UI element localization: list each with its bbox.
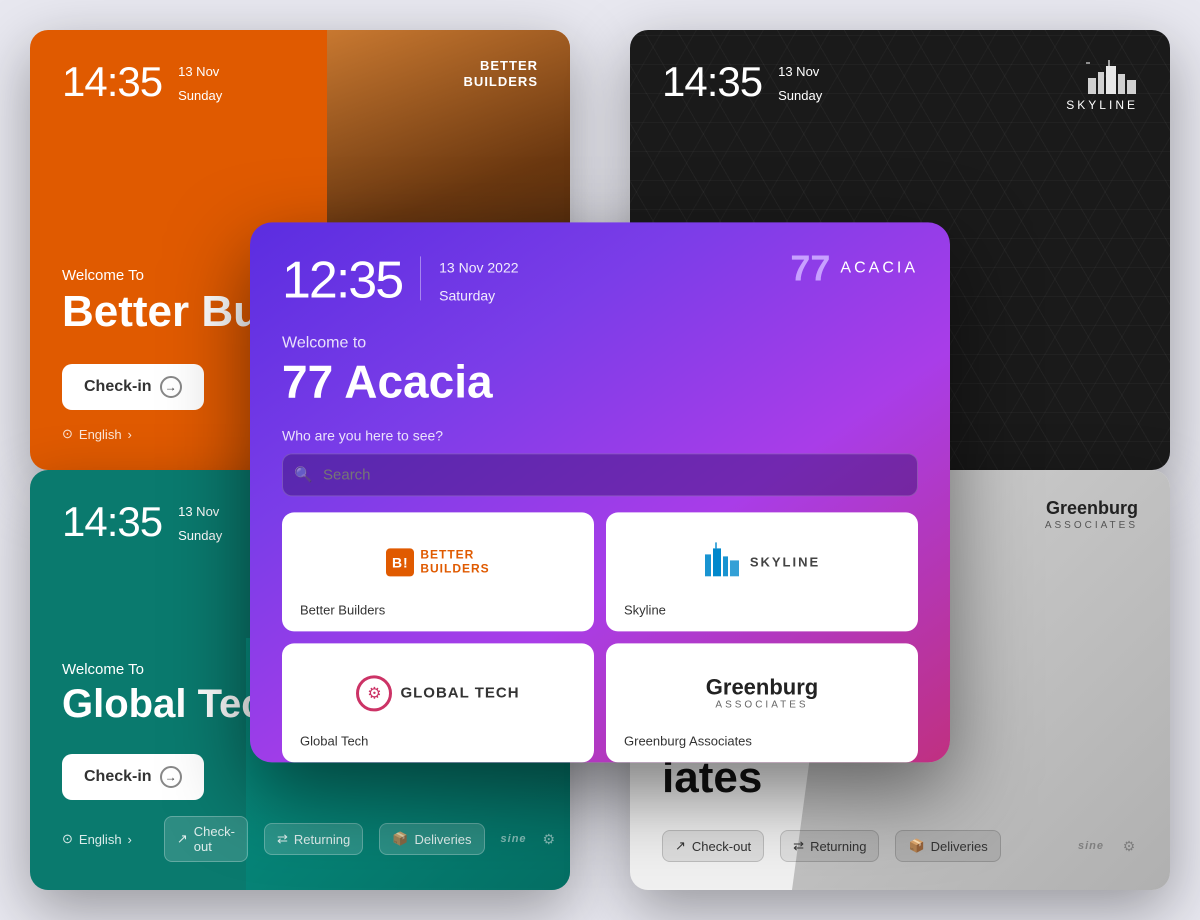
skyline-date: 13 Nov Sunday [778,58,822,105]
company-card-bb[interactable]: B! BETTER BUILDERS Better Builders [282,512,594,631]
tablet-search-section: Who are you here to see? 🔍 [250,407,950,512]
bb-language-button[interactable]: ⊙ English › [62,426,132,442]
globaltech-logo: GLOBAL TECH [356,675,519,711]
greenburg-logo: Greenburg ASSOCIATES [1045,498,1138,532]
acacia-logo: 77 ACACIA [790,250,918,286]
global-tech-gear-icon[interactable]: ⚙ [543,830,556,848]
skyline-logo-text: SKYLINE [1066,98,1138,112]
company-card-skyline[interactable]: SKYLINE Skyline [606,512,918,631]
chevron-icon: › [128,427,132,442]
skyline-date-line1: 13 Nov [778,62,822,82]
globaltech-text: GLOBAL TECH [400,684,519,701]
search-icon: 🔍 [294,465,313,483]
search-label: Who are you here to see? [282,427,918,443]
global-tech-checkin-button[interactable]: Check-in → [62,754,204,800]
search-input-wrap: 🔍 [282,453,918,496]
tablet-time-block: 12:35 13 Nov 2022 Saturday [282,250,519,310]
global-tech-checkin-arrow: → [160,766,182,788]
checkout-icon: ↗ [675,838,686,854]
deliveries-icon: 📦 [908,838,924,854]
bb-company-icon: B! [386,548,414,576]
global-tech-date-line2: Sunday [178,526,222,546]
bb-date: 13 Nov Sunday [178,58,222,105]
bb-date-line1: 13 Nov [178,62,222,82]
returning-icon: ⇄ [793,838,804,854]
company-grid: B! BETTER BUILDERS Better Builders [250,512,950,762]
globaltech-company-name: Global Tech [300,733,576,748]
greenburg-logo-area: Greenburg ASSOCIATES [1045,498,1138,532]
company-card-globaltech[interactable]: GLOBAL TECH Global Tech [282,643,594,762]
acacia-logo-mark: 77 [790,250,830,286]
tablet-date-line1: 13 Nov 2022 [439,256,518,278]
greenburg-company-name: Greenburg Associates [624,733,900,748]
skyline-company-logo: SKYLINE [704,540,820,583]
greenburg-bottom-row: ↗ Check-out ⇄ Returning 📦 Deliveries sin… [662,830,1138,862]
global-tech-returning-button[interactable]: ⇄ Returning [264,823,363,855]
bb-date-line2: Sunday [178,86,222,106]
global-tech-sine-logo: sine [501,833,527,845]
greenburg-deliveries-button[interactable]: 📦 Deliveries [895,830,1000,862]
skyline-date-line2: Sunday [778,86,822,106]
tablet-card: 12:35 13 Nov 2022 Saturday 77 ACACIA Wel… [250,222,950,762]
tablet-date-line2: Saturday [439,285,518,307]
globe-icon: ⊙ [62,831,73,847]
chevron-icon: › [128,832,132,847]
skyline-logo: SKYLINE [1066,58,1138,112]
search-input[interactable] [282,453,918,496]
tablet-time: 12:35 [282,250,402,310]
tablet-welcome-title: 77 Acacia [282,356,918,407]
skyline-building-icon [704,540,740,583]
acacia-logo-text: ACACIA [840,259,918,277]
greenburg-logo-area-grid: Greenburg ASSOCIATES [624,663,900,723]
tablet-header: 12:35 13 Nov 2022 Saturday 77 ACACIA [250,222,950,310]
global-tech-checkout-button[interactable]: ↗ Check-out [164,816,248,862]
bb-logo-area: BETTER BUILDERS [464,58,538,89]
greenburg-returning-button[interactable]: ⇄ Returning [780,830,879,862]
global-tech-date-line1: 13 Nov [178,502,222,522]
skyline-company-text: SKYLINE [750,554,820,569]
greenburg-sine-logo: sine [1078,840,1104,852]
bb-company-name: Better Builders [300,602,576,617]
company-card-greenburg[interactable]: Greenburg ASSOCIATES Greenburg Associate… [606,643,918,762]
tablet-date-block: 13 Nov 2022 Saturday [439,250,518,307]
bb-checkin-button[interactable]: Check-in → [62,364,204,410]
global-tech-language-button[interactable]: ⊙ English › [62,831,132,847]
globe-icon: ⊙ [62,426,73,442]
globaltech-logo-area: GLOBAL TECH [300,663,576,723]
global-tech-date: 13 Nov Sunday [178,498,222,545]
greenburg-checkout-button[interactable]: ↗ Check-out [662,830,764,862]
tablet-welcome-label: Welcome to [282,334,918,352]
global-tech-bottom-row: ⊙ English › ↗ Check-out ⇄ Returning 📦 De… [62,816,538,862]
tablet-inner: 12:35 13 Nov 2022 Saturday 77 ACACIA Wel… [250,222,950,762]
greenburg-company-logo: Greenburg ASSOCIATES [706,675,818,710]
tablet-welcome: Welcome to 77 Acacia [250,310,950,407]
skyline-logo-area-grid: SKYLINE [624,532,900,592]
global-tech-time: 14:35 [62,498,162,546]
globaltech-icon [356,675,392,711]
bb-company-logo: B! BETTER BUILDERS [386,548,489,576]
skyline-time: 14:35 [662,58,762,106]
bb-time: 14:35 [62,58,162,106]
global-tech-deliveries-button[interactable]: 📦 Deliveries [379,823,484,855]
bb-checkin-arrow: → [160,376,182,398]
greenburg-gear-icon[interactable]: ⚙ [1120,837,1138,855]
returning-icon: ⇄ [277,831,288,847]
checkout-icon: ↗ [177,831,188,847]
tablet-time-divider [420,256,421,300]
bb-logo-area-grid: B! BETTER BUILDERS [300,532,576,592]
bb-logo: BETTER BUILDERS [464,58,538,89]
deliveries-icon: 📦 [392,831,408,847]
skyline-company-name: Skyline [624,602,900,617]
skyline-logo-area: SKYLINE [1066,58,1138,112]
